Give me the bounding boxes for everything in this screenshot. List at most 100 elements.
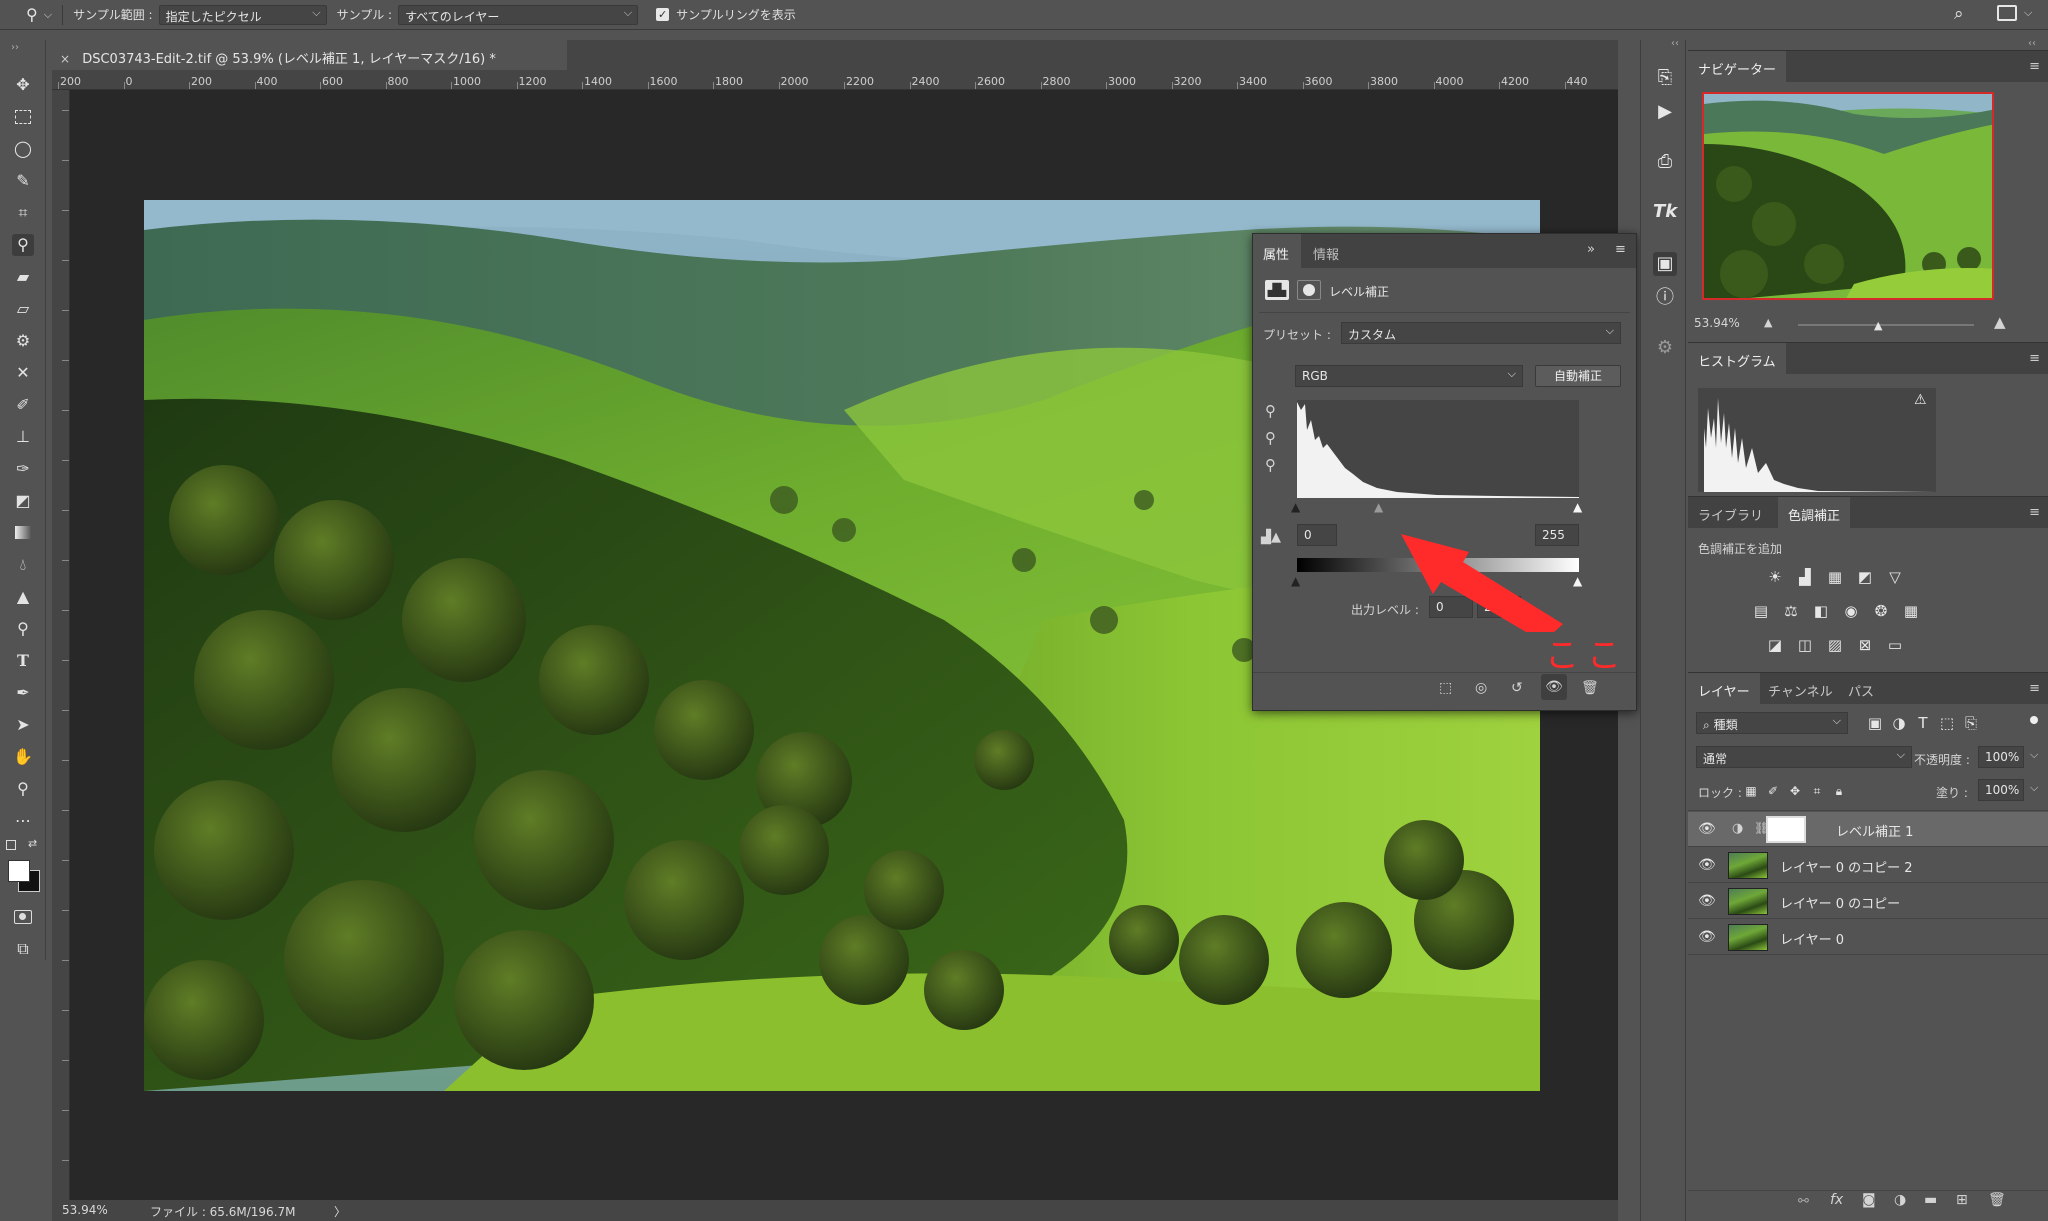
more-tools-icon[interactable]: ⋯	[12, 810, 34, 832]
input-black-field[interactable]: 0	[1297, 524, 1337, 546]
photo-filter-icon[interactable]: ◉	[1840, 600, 1862, 622]
tab-channels[interactable]: チャンネル	[1758, 673, 1843, 705]
collapse-dock-icon[interactable]: ‹‹	[2028, 38, 2036, 49]
link-layers-icon[interactable]: ⚯	[1798, 1194, 1809, 1209]
filter-type-icon[interactable]: T	[1912, 712, 1934, 734]
expand-panel-icon[interactable]: »	[1587, 242, 1595, 257]
tool-preset-chevron-icon[interactable]: ⌵	[44, 8, 52, 22]
fill-field[interactable]: 100%	[1978, 779, 2024, 801]
path-select-tool-icon[interactable]: ➤	[12, 714, 34, 736]
input-black-slider[interactable]: ▲	[1291, 500, 1300, 514]
tab-adjustments[interactable]: 色調補正	[1778, 497, 1851, 529]
toggle-visibility-icon[interactable]: 👁︎	[1541, 674, 1567, 700]
quick-select-tool-icon[interactable]: ✎	[12, 170, 34, 192]
type-tool-icon[interactable]: T	[12, 650, 34, 672]
layer-thumbnail[interactable]	[1728, 888, 1768, 915]
workspace-chevron-icon[interactable]: ⌵	[2024, 6, 2032, 20]
lock-position-icon[interactable]: ✥	[1784, 780, 1806, 802]
panel-menu-icon[interactable]: ≡	[2029, 681, 2040, 696]
layer-visibility-eye-icon[interactable]: 👁︎	[1698, 893, 1716, 909]
gradient-tool-icon[interactable]	[12, 522, 34, 544]
panel-menu-icon[interactable]: ≡	[1615, 242, 1626, 257]
levels-adjustment-icon[interactable]: ▟▙	[1265, 280, 1289, 300]
tk-panel-icon[interactable]: Tk	[1653, 200, 1677, 224]
delete-icon[interactable]: 🗑︎	[1581, 680, 1599, 696]
layer-visibility-eye-icon[interactable]: 👁︎	[1698, 821, 1716, 837]
opacity-chevron-icon[interactable]: ⌵	[2030, 748, 2038, 762]
input-gray-slider[interactable]: ▲	[1374, 500, 1383, 514]
dodge-tool-icon[interactable]: ⚲	[12, 618, 34, 640]
lasso-tool-icon[interactable]: ◯	[12, 138, 34, 160]
threshold-icon[interactable]: ▨	[1824, 634, 1846, 656]
layer-name[interactable]: レイヤー 0 のコピー	[1780, 893, 1900, 912]
layer-mask-thumbnail[interactable]	[1766, 816, 1806, 843]
new-layer-icon[interactable]: ⊞	[1956, 1192, 1968, 1208]
selective-color-icon[interactable]: ⊠	[1854, 634, 1876, 656]
navigator-zoom[interactable]: 53.94%	[1694, 316, 1740, 330]
layer-name[interactable]: レイヤー 0	[1780, 929, 1844, 948]
filter-smart-object-icon[interactable]: ⎘	[1960, 712, 1982, 734]
white-point-eyedropper-icon[interactable]: ⚲	[1265, 456, 1276, 474]
opacity-field[interactable]: 100%	[1978, 746, 2024, 768]
new-adjustment-layer-icon[interactable]: ◑	[1894, 1192, 1906, 1208]
sharpen-tool-icon[interactable]: ▲	[12, 586, 34, 608]
clipping-warning-icon[interactable]: ▟▲	[1261, 530, 1281, 545]
zoom-slider[interactable]	[1798, 324, 1974, 326]
posterize-icon[interactable]: ◫	[1794, 634, 1816, 656]
fill-chevron-icon[interactable]: ⌵	[2030, 781, 2038, 795]
zoom-tool-icon[interactable]: ⚲	[12, 778, 34, 800]
filter-adjustment-icon[interactable]: ◑	[1888, 712, 1910, 734]
filter-pixel-icon[interactable]: ▣	[1864, 712, 1886, 734]
history-brush-tool-icon[interactable]: ✑	[12, 458, 34, 480]
collapse-icon[interactable]: ‹‹	[1671, 38, 1679, 49]
content-aware-move-tool-icon[interactable]: ✕	[12, 362, 34, 384]
input-white-slider[interactable]: ▲	[1573, 500, 1582, 514]
workspace-switch-icon[interactable]	[1997, 5, 2017, 21]
gradient-map-icon[interactable]: ▭	[1884, 634, 1906, 656]
foreground-color-swatch[interactable]	[8, 860, 30, 882]
search-icon[interactable]: ⌕	[1954, 4, 1964, 24]
screen-mode-icon[interactable]: ⧉	[12, 938, 34, 960]
color-balance-icon[interactable]: ⚖	[1780, 600, 1802, 622]
crop-tool-icon[interactable]: ⌗	[12, 202, 34, 224]
channel-select[interactable]: RGB ⌵	[1295, 365, 1523, 387]
eyedropper-tool-icon[interactable]: ⚲	[12, 234, 34, 256]
properties-stamp-icon[interactable]: ⎙	[1653, 150, 1677, 174]
lock-transparent-icon[interactable]: ▦	[1740, 780, 1762, 802]
panel-collapse-icon[interactable]: ››	[4, 37, 26, 59]
add-mask-icon[interactable]: ◙	[1862, 1192, 1876, 1208]
info-icon[interactable]: ⓘ	[1653, 286, 1677, 310]
panel-menu-icon[interactable]: ≡	[2029, 505, 2040, 520]
brightness-contrast-icon[interactable]: ☀	[1764, 566, 1786, 588]
hand-tool-icon[interactable]: ✋	[12, 746, 34, 768]
layer-row-levels[interactable]: 👁︎ ◑ ⛓︎ レベル補正 1	[1688, 812, 2048, 847]
cache-warning-icon[interactable]: ⚠	[1914, 392, 1927, 408]
pen-tool-icon[interactable]: ✒	[12, 682, 34, 704]
delete-layer-icon[interactable]: 🗑︎	[1988, 1192, 2006, 1208]
tab-navigator[interactable]: ナビゲーター	[1688, 51, 1787, 83]
layer-row-copy2[interactable]: 👁︎ レイヤー 0 のコピー 2	[1688, 848, 2048, 883]
mask-icon[interactable]	[1297, 280, 1321, 300]
move-tool-icon[interactable]: ✥	[12, 74, 34, 96]
zoom-in-icon[interactable]: ▲	[1994, 313, 2006, 331]
panel-menu-icon[interactable]: ≡	[2029, 59, 2040, 74]
marquee-tool-icon[interactable]	[12, 106, 34, 128]
invert-icon[interactable]: ◪	[1764, 634, 1786, 656]
clip-to-layer-icon[interactable]: ⬚	[1439, 680, 1452, 696]
reset-icon[interactable]: ↺	[1511, 680, 1523, 696]
tab-paths[interactable]: パス	[1838, 673, 1884, 705]
sample-size-select[interactable]: 指定したピクセル	[158, 4, 327, 25]
adjustment-panel-icon[interactable]: ▣	[1653, 252, 1677, 276]
sample-layers-select[interactable]: すべてのレイヤー	[398, 4, 639, 25]
preset-select[interactable]: カスタム ⌵	[1341, 322, 1621, 344]
zoom-slider-thumb[interactable]: ▲	[1874, 319, 1882, 332]
layer-style-icon[interactable]: fx	[1830, 1192, 1843, 1208]
gray-point-eyedropper-icon[interactable]: ⚲	[1265, 429, 1276, 447]
lock-artboard-icon[interactable]: ⌗	[1806, 780, 1828, 802]
exposure-icon[interactable]: ◩	[1854, 566, 1876, 588]
healing-brush-tool-icon[interactable]: ▰	[12, 266, 34, 288]
new-group-icon[interactable]: ▬	[1924, 1192, 1937, 1208]
eyedropper-tool-icon[interactable]: ⚲	[26, 5, 38, 24]
status-more-arrow[interactable]: 〉	[334, 1203, 346, 1220]
brush-tool-icon[interactable]: ✐	[12, 394, 34, 416]
